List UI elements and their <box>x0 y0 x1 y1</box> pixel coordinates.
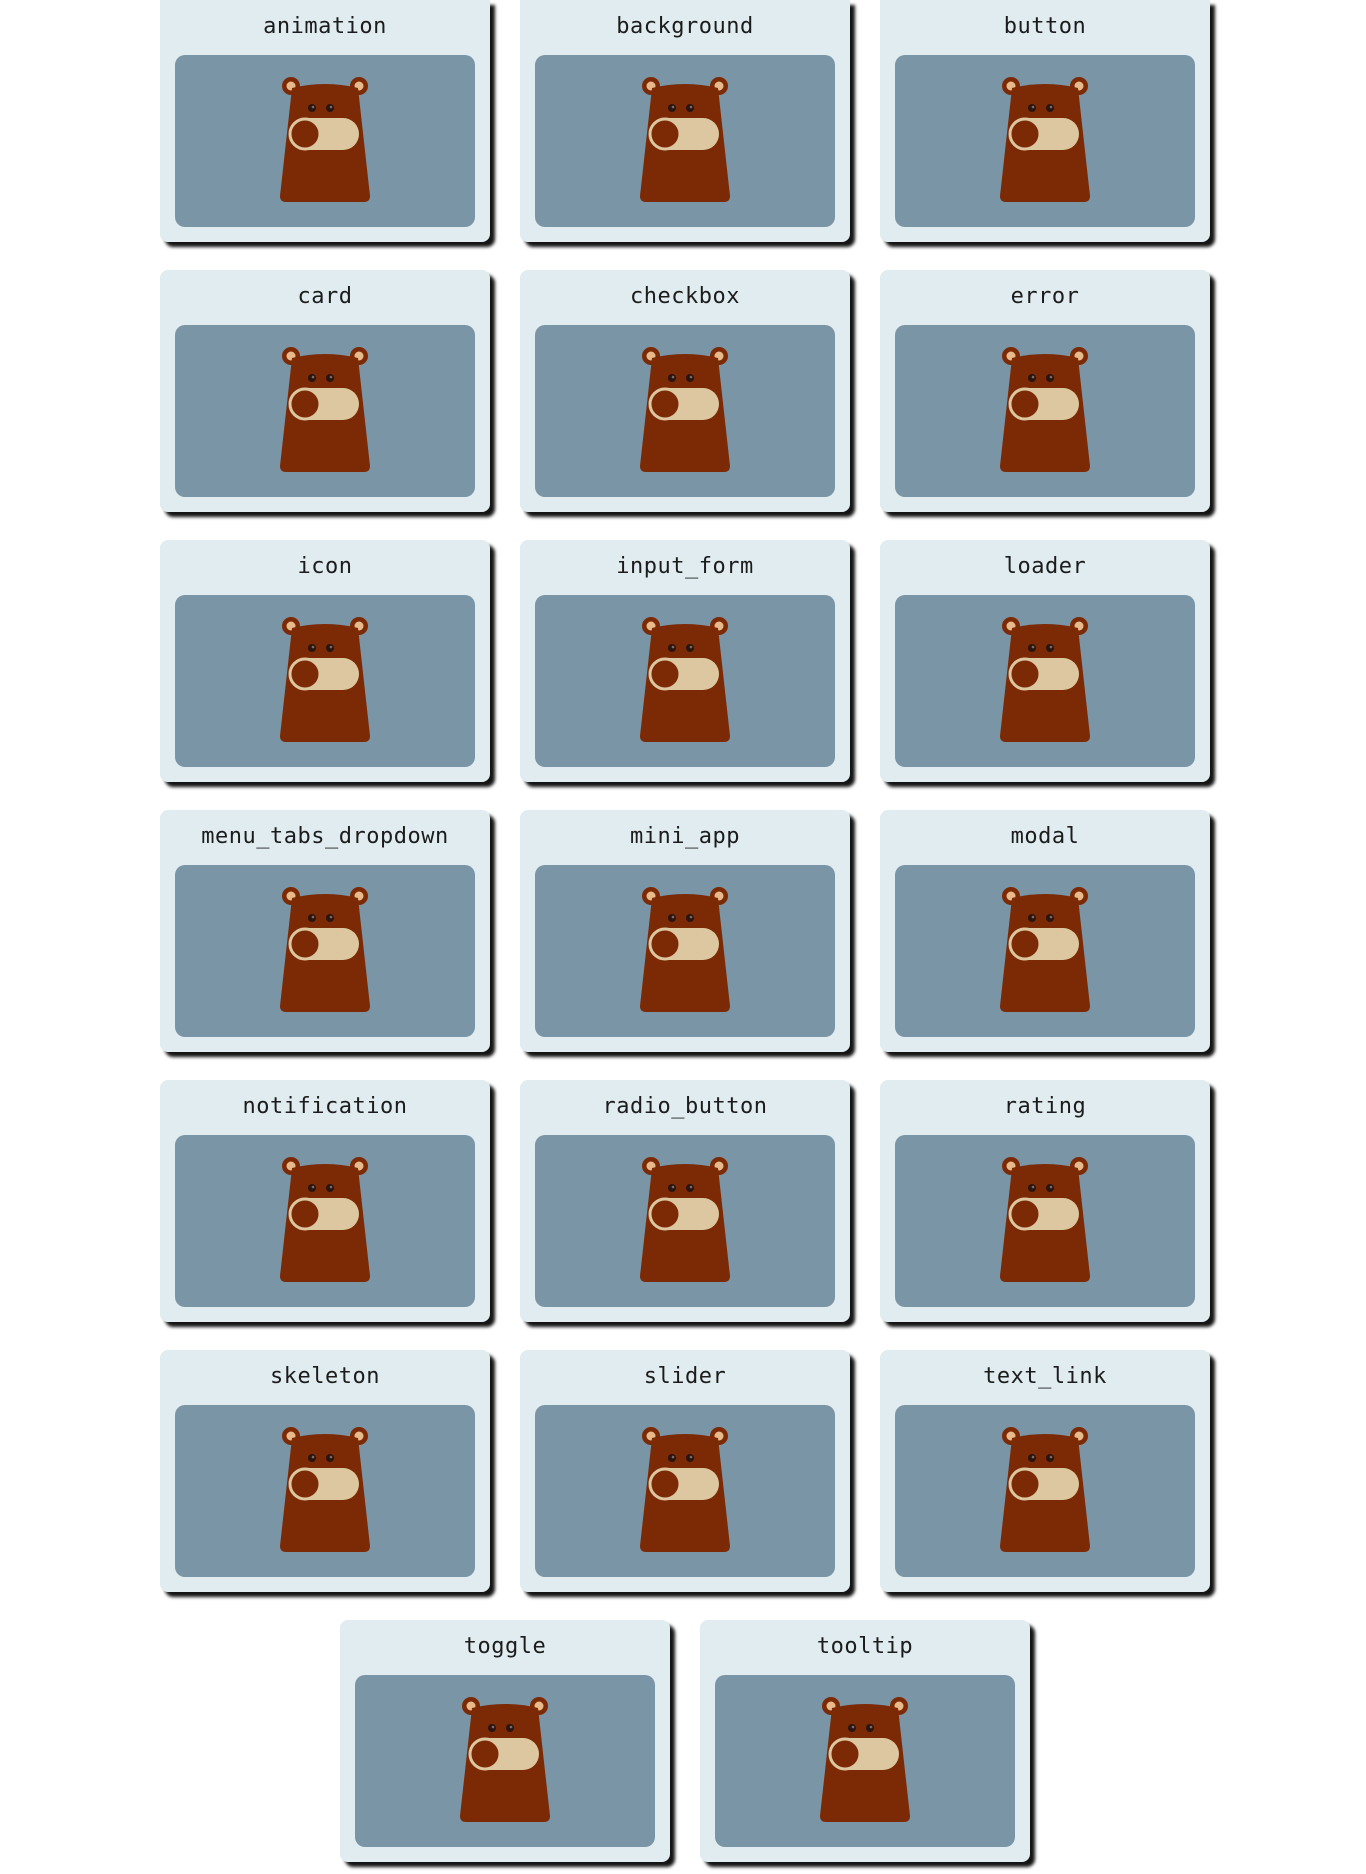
card-title: tooltip <box>816 1634 914 1659</box>
card-preview[interactable] <box>175 325 475 497</box>
card-preview[interactable] <box>895 325 1195 497</box>
card-preview[interactable] <box>895 1405 1195 1577</box>
card-title: modal <box>1010 824 1080 849</box>
bear-toggle-icon <box>638 76 732 204</box>
card-preview[interactable] <box>535 1405 835 1577</box>
bear-toggle-icon <box>818 1696 912 1824</box>
card-preview[interactable] <box>175 55 475 227</box>
card-title: icon <box>297 554 353 579</box>
bear-toggle-icon <box>998 346 1092 474</box>
bear-toggle-icon <box>278 76 372 204</box>
component-card-mini-app[interactable]: mini_app <box>520 810 850 1052</box>
card-title: toggle <box>463 1634 547 1659</box>
card-title: skeleton <box>270 1364 380 1389</box>
component-card-input-form[interactable]: input_form <box>520 540 850 782</box>
bear-toggle-icon <box>998 1156 1092 1284</box>
card-title: menu_tabs_dropdown <box>201 824 449 849</box>
component-card-skeleton[interactable]: skeleton <box>160 1350 490 1592</box>
card-preview[interactable] <box>895 1135 1195 1307</box>
card-title: loader <box>1003 554 1087 579</box>
bear-toggle-icon <box>638 886 732 1014</box>
card-title: error <box>1010 284 1080 309</box>
card-title: radio_button <box>602 1094 768 1119</box>
bear-toggle-icon <box>278 1156 372 1284</box>
card-preview[interactable] <box>535 1135 835 1307</box>
card-title: background <box>616 14 754 39</box>
bear-toggle-icon <box>638 346 732 474</box>
bear-toggle-icon <box>278 1426 372 1554</box>
bear-toggle-icon <box>998 886 1092 1014</box>
bear-toggle-icon <box>998 76 1092 204</box>
component-card-radio-button[interactable]: radio_button <box>520 1080 850 1322</box>
component-card-error[interactable]: error <box>880 270 1210 512</box>
bear-toggle-icon <box>638 1426 732 1554</box>
component-card-button[interactable]: button <box>880 0 1210 242</box>
card-title: animation <box>263 14 387 39</box>
component-card-menu-tabs-dropdown[interactable]: menu_tabs_dropdown <box>160 810 490 1052</box>
card-title: rating <box>1003 1094 1087 1119</box>
component-gallery: animation background button card checkbo… <box>158 0 1212 1862</box>
card-preview[interactable] <box>535 595 835 767</box>
card-title: mini_app <box>630 824 740 849</box>
bear-toggle-icon <box>278 616 372 744</box>
card-preview[interactable] <box>535 325 835 497</box>
bear-toggle-icon <box>458 1696 552 1824</box>
bear-toggle-icon <box>638 616 732 744</box>
card-preview[interactable] <box>715 1675 1015 1847</box>
card-preview[interactable] <box>535 865 835 1037</box>
card-title: text_link <box>983 1364 1107 1389</box>
component-card-tooltip[interactable]: tooltip <box>700 1620 1030 1862</box>
bear-toggle-icon <box>638 1156 732 1284</box>
component-card-slider[interactable]: slider <box>520 1350 850 1592</box>
component-card-toggle[interactable]: toggle <box>340 1620 670 1862</box>
card-title: card <box>297 284 353 309</box>
card-title: slider <box>643 1364 727 1389</box>
component-card-notification[interactable]: notification <box>160 1080 490 1322</box>
component-card-modal[interactable]: modal <box>880 810 1210 1052</box>
component-card-animation[interactable]: animation <box>160 0 490 242</box>
card-preview[interactable] <box>355 1675 655 1847</box>
bear-toggle-icon <box>998 1426 1092 1554</box>
card-preview[interactable] <box>175 1135 475 1307</box>
card-title: checkbox <box>630 284 740 309</box>
component-card-card[interactable]: card <box>160 270 490 512</box>
component-card-checkbox[interactable]: checkbox <box>520 270 850 512</box>
bear-toggle-icon <box>278 346 372 474</box>
card-title: input_form <box>616 554 754 579</box>
card-title: notification <box>242 1094 408 1119</box>
card-preview[interactable] <box>535 55 835 227</box>
component-card-rating[interactable]: rating <box>880 1080 1210 1322</box>
bear-toggle-icon <box>278 886 372 1014</box>
component-card-text-link[interactable]: text_link <box>880 1350 1210 1592</box>
card-preview[interactable] <box>175 595 475 767</box>
card-preview[interactable] <box>895 595 1195 767</box>
card-preview[interactable] <box>895 55 1195 227</box>
card-preview[interactable] <box>895 865 1195 1037</box>
card-preview[interactable] <box>175 1405 475 1577</box>
component-card-icon[interactable]: icon <box>160 540 490 782</box>
card-title: button <box>1003 14 1087 39</box>
component-card-loader[interactable]: loader <box>880 540 1210 782</box>
card-preview[interactable] <box>175 865 475 1037</box>
bear-toggle-icon <box>998 616 1092 744</box>
component-card-background[interactable]: background <box>520 0 850 242</box>
